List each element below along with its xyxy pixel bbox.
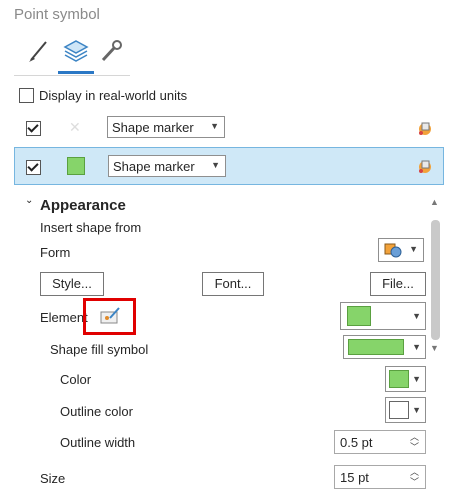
form-label: Form xyxy=(40,245,71,260)
tab-structure[interactable] xyxy=(98,38,124,64)
chevron-down-icon: ▼ xyxy=(211,160,220,170)
size-spinner[interactable]: 15 pt ︿ ﹀ xyxy=(334,465,426,489)
color-swatch xyxy=(347,306,371,326)
chevron-down-icon[interactable]: ﹀ xyxy=(410,443,419,452)
element-label: Element xyxy=(40,310,88,325)
lock-layer-icon[interactable] xyxy=(416,119,434,137)
chevron-down-icon: ▼ xyxy=(409,244,418,254)
spinner-value: 15 pt xyxy=(340,470,369,485)
layer-visibility-checkbox[interactable] xyxy=(26,121,41,136)
outline-width-spinner[interactable]: 0.5 pt ︿ ﹀ xyxy=(334,430,426,454)
style-button[interactable]: Style... xyxy=(40,272,104,296)
color-dropdown[interactable]: ▼ xyxy=(385,366,426,392)
file-button[interactable]: File... xyxy=(370,272,426,296)
color-swatch xyxy=(389,370,409,388)
layer-swatch-icon xyxy=(67,157,85,175)
outline-color-dropdown[interactable]: ▼ xyxy=(385,397,426,423)
tab-layers[interactable] xyxy=(62,38,89,64)
scroll-up-icon[interactable]: ▲ xyxy=(430,197,439,207)
scrollbar-thumb[interactable] xyxy=(431,220,440,340)
lock-layer-icon[interactable] xyxy=(416,157,434,175)
element-color-dropdown[interactable]: ▼ xyxy=(340,302,426,330)
color-swatch xyxy=(389,401,409,419)
dropdown-value: Shape marker xyxy=(113,159,195,174)
chevron-down-icon: ▼ xyxy=(412,374,421,384)
wrench-icon xyxy=(101,40,122,62)
outline-color-label: Outline color xyxy=(60,404,133,419)
chevron-down-icon[interactable]: ﹀ xyxy=(410,478,419,487)
element-highlight-box xyxy=(83,298,136,335)
symbol-layer-row-1[interactable]: ✕ Shape marker ▼ xyxy=(14,110,444,146)
panel-title: Point symbol xyxy=(14,6,100,23)
outline-width-label: Outline width xyxy=(60,435,136,450)
chevron-down-icon: ▼ xyxy=(412,311,421,321)
shape-fill-dropdown[interactable]: ▼ xyxy=(343,335,426,359)
realworld-units-checkbox[interactable] xyxy=(19,88,34,103)
dropdown-value: Shape marker xyxy=(112,120,194,135)
tab-properties[interactable] xyxy=(26,38,52,64)
shape-fill-label: Shape fill symbol xyxy=(50,342,149,357)
insert-shape-label: Insert shape from xyxy=(40,220,142,235)
shapes-icon xyxy=(384,243,402,258)
chevron-down-icon: ▼ xyxy=(412,405,421,415)
selected-tab-indicator xyxy=(58,71,94,74)
shape-marker-dropdown[interactable]: Shape marker ▼ xyxy=(107,116,225,138)
chevron-up-icon[interactable]: ︿ xyxy=(410,468,419,477)
color-swatch xyxy=(348,339,404,355)
appearance-header[interactable]: Appearance xyxy=(40,197,126,214)
form-dropdown[interactable]: ▼ xyxy=(378,238,424,262)
spinner-value: 0.5 pt xyxy=(340,435,373,450)
color-label: Color xyxy=(60,372,92,387)
chevron-up-icon[interactable]: ︿ xyxy=(410,433,419,442)
symbol-layer-row-2[interactable]: Shape marker ▼ xyxy=(14,147,444,185)
font-button[interactable]: Font... xyxy=(202,272,264,296)
layer-visibility-checkbox[interactable] xyxy=(26,160,41,175)
chevron-down-icon: ▼ xyxy=(210,121,219,131)
realworld-units-label: Display in real-world units xyxy=(39,88,188,103)
tab-divider xyxy=(14,75,130,76)
chevron-down-icon: ▼ xyxy=(412,342,421,352)
layers-icon xyxy=(63,40,89,62)
chevron-down-icon[interactable]: ⌄ xyxy=(25,195,33,206)
brush-icon xyxy=(29,41,47,62)
size-label: Size xyxy=(40,471,66,486)
layer-swatch-icon: ✕ xyxy=(69,119,81,135)
scroll-down-icon[interactable]: ▼ xyxy=(430,343,439,353)
shape-marker-dropdown[interactable]: Shape marker ▼ xyxy=(108,155,226,177)
